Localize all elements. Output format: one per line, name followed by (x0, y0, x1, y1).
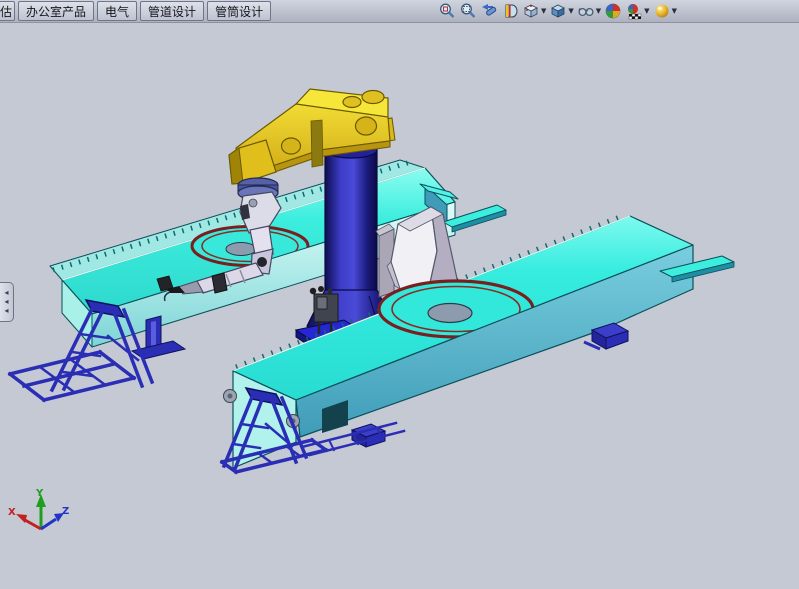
heads-up-view-toolbar: ▼ ▼ ▼ (437, 0, 678, 22)
hide-show-items-button[interactable]: ▼ (576, 1, 602, 21)
hide-show-items-icon (577, 2, 595, 20)
tab-piping-design[interactable]: 管道设计 (140, 1, 204, 21)
dropdown-arrow[interactable]: ▼ (596, 7, 601, 15)
command-manager-toolbar: 估 办公室产品 电气 管道设计 管筒设计 (0, 0, 799, 23)
dropdown-arrow[interactable]: ▼ (568, 7, 573, 15)
zoom-to-fit-button[interactable] (437, 1, 457, 21)
view-settings-icon (653, 2, 671, 20)
tab-office-products[interactable]: 办公室产品 (18, 1, 94, 21)
triad-z-label: Z (62, 506, 69, 517)
previous-view-icon (480, 2, 498, 20)
view-settings-button[interactable]: ▼ (652, 1, 678, 21)
tab-evaluate-partial[interactable]: 估 (0, 1, 15, 21)
apply-scene-button[interactable]: ▼ (624, 1, 650, 21)
solidworks-window: Y X Z 估 办公室产品 电气 管道设计 管筒设计 (0, 0, 799, 589)
collapse-left-icon: ◂ (4, 307, 8, 315)
edit-appearance-icon (604, 2, 622, 20)
display-style-icon (549, 2, 567, 20)
display-style-button[interactable]: ▼ (548, 1, 574, 21)
dropdown-arrow[interactable]: ▼ (541, 7, 546, 15)
zoom-to-area-icon (459, 2, 477, 20)
apply-scene-icon (625, 2, 643, 20)
feature-tree-flyout-handle[interactable]: ◂ ◂ ◂ (0, 282, 14, 322)
edit-appearance-button[interactable] (603, 1, 623, 21)
tab-electrical[interactable]: 电气 (97, 1, 137, 21)
graphics-viewport[interactable]: Y X Z (0, 0, 799, 589)
section-view-button[interactable] (500, 1, 520, 21)
zoom-to-area-button[interactable] (458, 1, 478, 21)
dropdown-arrow[interactable]: ▼ (672, 7, 677, 15)
tab-tubing-design[interactable]: 管筒设计 (207, 1, 271, 21)
collapse-left-icon: ◂ (4, 289, 8, 297)
triad-y-label: Y (35, 488, 44, 499)
view-orientation-button[interactable]: ▼ (521, 1, 547, 21)
zoom-to-fit-icon (438, 2, 456, 20)
view-orientation-icon (522, 2, 540, 20)
triad-x-label: X (8, 507, 16, 518)
command-tabs: 估 办公室产品 电气 管道设计 管筒设计 (0, 1, 274, 21)
previous-view-button[interactable] (479, 1, 499, 21)
section-view-icon (501, 2, 519, 20)
collapse-left-icon: ◂ (4, 298, 8, 306)
dropdown-arrow[interactable]: ▼ (644, 7, 649, 15)
